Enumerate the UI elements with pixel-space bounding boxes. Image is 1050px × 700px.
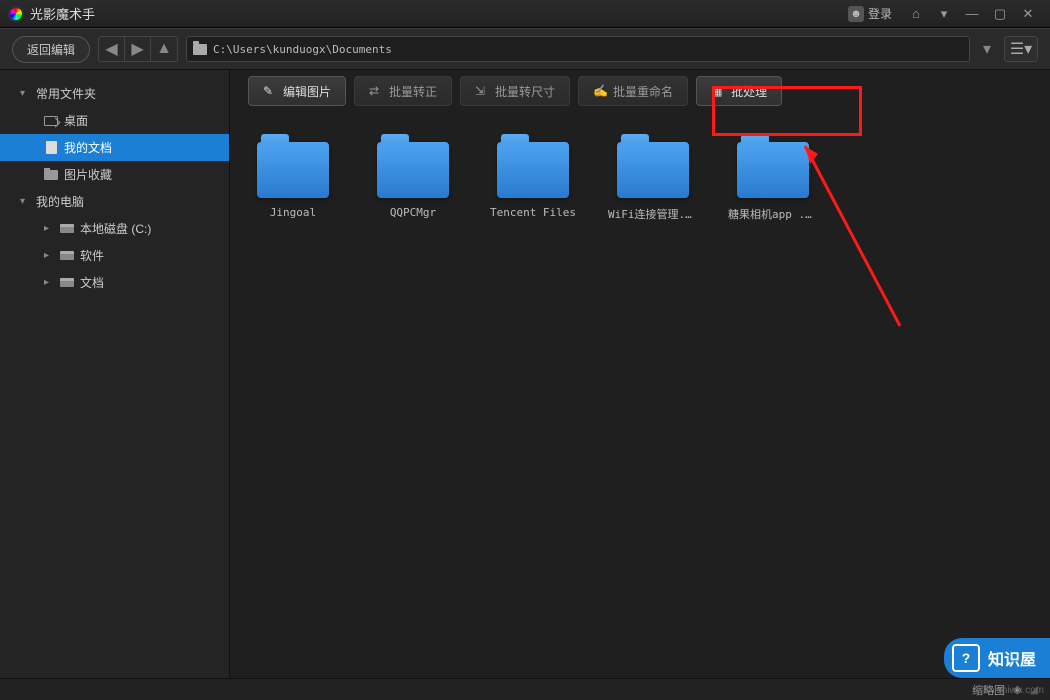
expand-icon: ▸ (44, 250, 54, 261)
convert-icon: ⇄ (369, 84, 383, 98)
tree-label: 桌面 (64, 112, 88, 129)
expand-icon: ▸ (44, 223, 54, 234)
window-controls: ⌂ ▾ ― ▢ ✕ (902, 4, 1042, 24)
folder-item[interactable]: Jingoal (248, 142, 338, 222)
drive-icon (60, 222, 74, 236)
folder-item[interactable]: Tencent Files (488, 142, 578, 222)
tree-label: 图片收藏 (64, 166, 112, 183)
drive-icon (60, 276, 74, 290)
sidebar: ▾ 常用文件夹 桌面 我的文档 图片收藏 ▾ 我的电脑 ▸ 本地磁盘 (C:) … (0, 70, 230, 678)
nav-forward-button[interactable]: ▶ (125, 37, 151, 61)
tree-label: 文档 (80, 274, 104, 291)
folder-label: WiFi连接管理... (608, 206, 698, 222)
batch-convert-button[interactable]: ⇄ 批量转正 (354, 76, 452, 106)
view-options-button[interactable]: ☰▾ (1004, 36, 1038, 62)
user-icon: ☻ (848, 6, 864, 22)
minimize-button[interactable]: ― (958, 4, 986, 24)
resize-icon: ⇲ (475, 84, 489, 98)
maximize-button[interactable]: ▢ (986, 4, 1014, 24)
tree-drive-c[interactable]: ▸ 本地磁盘 (C:) (0, 215, 229, 242)
tree-label: 我的文档 (64, 139, 112, 156)
statusbar: 缩略图 ◈ ◢ (0, 678, 1050, 700)
btn-label: 批量转尺寸 (495, 83, 555, 100)
path-dropdown[interactable]: ▾ (978, 36, 996, 62)
badge-icon: ? (952, 644, 980, 672)
tree-docs[interactable]: ▸ 文档 (0, 269, 229, 296)
watermark: zhishiwu.com (984, 685, 1044, 696)
collapse-icon: ▾ (20, 196, 30, 207)
folder-icon (377, 142, 449, 198)
home-button[interactable]: ⌂ (902, 4, 930, 24)
rename-icon: ✍ (593, 84, 607, 98)
tree-software[interactable]: ▸ 软件 (0, 242, 229, 269)
folder-item[interactable]: QQPCMgr (368, 142, 458, 222)
folder-icon (44, 168, 58, 182)
main-panel: ✎ 编辑图片 ⇄ 批量转正 ⇲ 批量转尺寸 ✍ 批量重命名 ▦ 批处理 (230, 70, 1050, 678)
document-icon (44, 141, 58, 155)
batch-process-button[interactable]: ▦ 批处理 (696, 76, 782, 106)
tree-desktop[interactable]: 桌面 (0, 107, 229, 134)
batch-resize-button[interactable]: ⇲ 批量转尺寸 (460, 76, 570, 106)
collapse-icon: ▾ (20, 88, 30, 99)
folder-icon (257, 142, 329, 198)
folder-item[interactable]: 糖果相机app ... (728, 142, 818, 222)
navbar: 返回编辑 ◀ ▶ ▲ C:\Users\kunduogx\Documents ▾… (0, 28, 1050, 70)
login-label: 登录 (868, 5, 892, 22)
nav-up-button[interactable]: ▲ (151, 37, 177, 61)
folder-label: Jingoal (248, 206, 338, 219)
file-grid: Jingoal QQPCMgr Tencent Files WiFi连接管理..… (230, 112, 1050, 252)
tree-fav-folders[interactable]: ▾ 常用文件夹 (0, 80, 229, 107)
expand-icon: ▸ (44, 277, 54, 288)
folder-item[interactable]: WiFi连接管理... (608, 142, 698, 222)
folder-icon (497, 142, 569, 198)
batch-icon: ▦ (711, 84, 725, 98)
folder-label: Tencent Files (488, 206, 578, 219)
desktop-icon (44, 114, 58, 128)
folder-icon (617, 142, 689, 198)
titlebar: 光影魔术手 ☻ 登录 ⌂ ▾ ― ▢ ✕ (0, 0, 1050, 28)
tree-pic-favorites[interactable]: 图片收藏 (0, 161, 229, 188)
batch-rename-button[interactable]: ✍ 批量重命名 (578, 76, 688, 106)
folder-icon (193, 44, 207, 55)
site-badge: ? 知识屋 (944, 638, 1050, 678)
path-bar[interactable]: C:\Users\kunduogx\Documents (186, 36, 970, 62)
app-title: 光影魔术手 (30, 4, 848, 23)
back-to-edit-button[interactable]: 返回编辑 (12, 36, 90, 63)
login-button[interactable]: ☻ 登录 (848, 5, 892, 22)
nav-arrows: ◀ ▶ ▲ (98, 36, 178, 62)
tree-my-documents[interactable]: 我的文档 (0, 134, 229, 161)
tree-label: 本地磁盘 (C:) (80, 220, 151, 237)
badge-text: 知识屋 (988, 646, 1036, 670)
path-text: C:\Users\kunduogx\Documents (213, 43, 392, 56)
folder-icon (737, 142, 809, 198)
edit-image-button[interactable]: ✎ 编辑图片 (248, 76, 346, 106)
btn-label: 批量重命名 (613, 83, 673, 100)
body: ▾ 常用文件夹 桌面 我的文档 图片收藏 ▾ 我的电脑 ▸ 本地磁盘 (C:) … (0, 70, 1050, 678)
toolbar: ✎ 编辑图片 ⇄ 批量转正 ⇲ 批量转尺寸 ✍ 批量重命名 ▦ 批处理 (230, 70, 1050, 112)
tree-my-pc[interactable]: ▾ 我的电脑 (0, 188, 229, 215)
nav-back-button[interactable]: ◀ (99, 37, 125, 61)
dropdown-button[interactable]: ▾ (930, 4, 958, 24)
btn-label: 编辑图片 (283, 83, 331, 100)
folder-label: QQPCMgr (368, 206, 458, 219)
drive-icon (60, 249, 74, 263)
btn-label: 批处理 (731, 83, 767, 100)
tree-label: 常用文件夹 (36, 85, 96, 102)
folder-label: 糖果相机app ... (728, 206, 818, 222)
close-button[interactable]: ✕ (1014, 4, 1042, 24)
tree-label: 我的电脑 (36, 193, 84, 210)
app-icon (8, 6, 24, 22)
tree-label: 软件 (80, 247, 104, 264)
btn-label: 批量转正 (389, 83, 437, 100)
pencil-icon: ✎ (263, 84, 277, 98)
